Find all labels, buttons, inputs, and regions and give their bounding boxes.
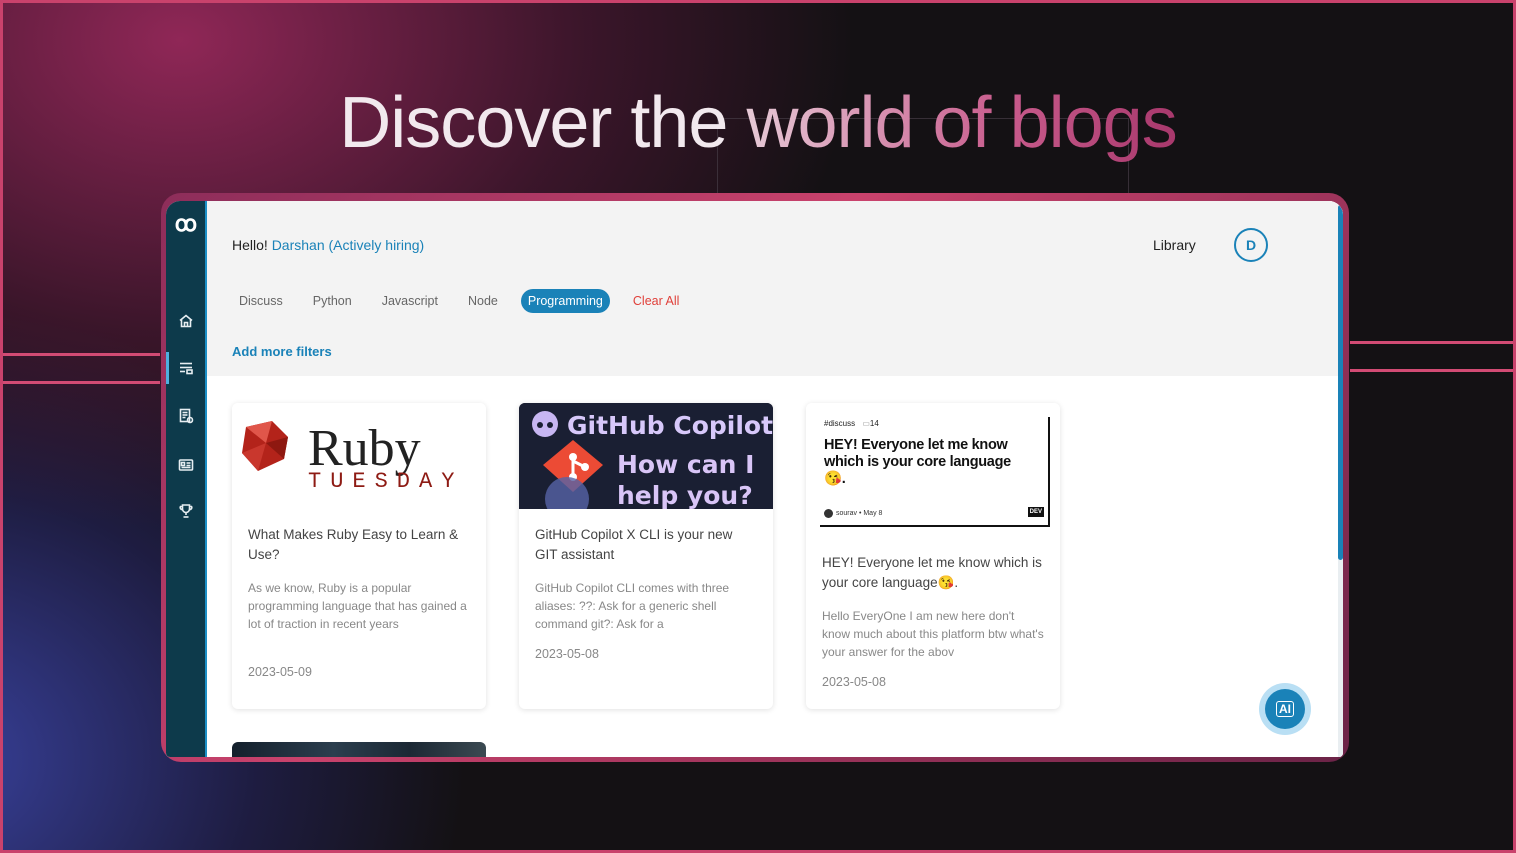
dev-post-emoji: 😘.	[824, 471, 846, 487]
card-image-copilot: GitHub Copilot How can I help you?	[519, 403, 773, 521]
copilot-banner: GitHub Copilot How can I help you?	[519, 403, 773, 521]
user-name-link[interactable]: Darshan (Actively hiring)	[272, 237, 425, 253]
avatar[interactable]: D	[1234, 228, 1268, 262]
dev-post-heading: HEY! Everyone let me know which is your …	[824, 437, 1034, 488]
copilot-logo-icon	[532, 411, 558, 437]
home-icon[interactable]	[176, 311, 196, 331]
card-image-ruby: Ruby TUESDAY	[232, 403, 486, 509]
decor-line-right-bottom	[1350, 369, 1516, 372]
ai-icon-label: AI	[1276, 701, 1294, 717]
library-link[interactable]: Library	[1153, 237, 1196, 253]
articles-icon[interactable]	[176, 406, 196, 426]
blog-card[interactable]: #discuss ▭14 HEY! Everyone let me know w…	[806, 403, 1060, 709]
app-logo[interactable]: ꝏ	[173, 213, 199, 235]
decor-line-left-top	[0, 353, 160, 356]
greeting-prefix: Hello!	[232, 237, 268, 253]
filter-node[interactable]: Node	[461, 289, 505, 313]
card-date: 2023-05-08	[822, 675, 886, 689]
dev-post-comments: 14	[869, 419, 879, 428]
copilot-banner-line1: How can I	[617, 450, 754, 479]
filter-programming[interactable]: Programming	[520, 289, 610, 313]
scrollbar[interactable]	[1338, 201, 1343, 757]
filter-javascript[interactable]: Javascript	[375, 289, 445, 313]
main-content: Hello! Darshan (Actively hiring) Library…	[207, 201, 1343, 757]
filter-bar: Discuss Python Javascript Node Programmi…	[232, 289, 702, 313]
card-date: 2023-05-09	[248, 665, 312, 679]
ruby-logo-subtext: TUESDAY	[308, 469, 463, 494]
card-description: GitHub Copilot CLI comes with three alia…	[535, 581, 730, 631]
card-description: Hello EveryOne I am new here don't know …	[822, 609, 1044, 659]
dev-post-author: sourav • May 8	[824, 509, 882, 518]
author-avatar-icon	[824, 509, 833, 518]
decor-line-left-bottom	[0, 381, 160, 384]
headline-part-2: world of blogs	[746, 83, 1177, 163]
app-window-inner: ꝏ Hello! Darshan (Actively hiring) Libra…	[166, 201, 1343, 757]
header-area: Hello! Darshan (Actively hiring) Library…	[207, 201, 1343, 376]
card-image-dev: #discuss ▭14 HEY! Everyone let me know w…	[806, 403, 1060, 537]
ai-assistant-button[interactable]: AI	[1259, 683, 1311, 735]
app-window: ꝏ Hello! Darshan (Actively hiring) Libra…	[161, 193, 1349, 762]
dev-logo-icon: DEV	[1027, 507, 1044, 517]
card-title: GitHub Copilot X CLI is your new GIT ass…	[535, 527, 733, 562]
sidebar-active-indicator	[166, 352, 169, 384]
headline-part-1: Discover the	[339, 83, 747, 163]
feed-icon[interactable]	[176, 358, 196, 378]
blog-card[interactable]: Ruby TUESDAY What Makes Ruby Easy to Lea…	[232, 403, 486, 709]
decor-line-right-top	[1350, 341, 1516, 344]
card-title: What Makes Ruby Easy to Learn & Use?	[248, 527, 459, 562]
add-more-filters-link[interactable]: Add more filters	[232, 344, 332, 359]
card-title: HEY! Everyone let me know which is your …	[822, 555, 1042, 590]
profile-card-icon[interactable]	[176, 455, 196, 475]
clear-all-filters-button[interactable]: Clear All	[626, 289, 687, 313]
dev-post-heading-text: HEY! Everyone let me know which is your …	[824, 437, 1011, 470]
scrollbar-thumb[interactable]	[1338, 205, 1343, 560]
page-headline: Discover the world of blogs	[0, 82, 1516, 164]
ruby-logo-icon: Ruby TUESDAY	[242, 420, 463, 494]
greeting: Hello! Darshan (Actively hiring)	[232, 237, 424, 253]
filter-python[interactable]: Python	[306, 289, 359, 313]
card-date: 2023-05-08	[535, 647, 599, 661]
card-description: As we know, Ruby is a popular programmin…	[248, 581, 467, 631]
trophy-icon[interactable]	[176, 501, 196, 521]
sidebar: ꝏ	[166, 201, 207, 757]
blog-card-partial[interactable]	[232, 742, 486, 757]
dev-post-author-text: sourav • May 8	[836, 510, 883, 517]
blog-card[interactable]: GitHub Copilot How can I help you? GitHu…	[519, 403, 773, 709]
dev-post-meta: #discuss ▭14	[824, 419, 879, 428]
copilot-banner-title: GitHub Copilot	[567, 411, 773, 440]
copilot-banner-line2: help you?	[617, 481, 753, 509]
dev-post-tag: #discuss	[824, 419, 856, 428]
filter-discuss[interactable]: Discuss	[232, 289, 290, 313]
dev-post-preview: #discuss ▭14 HEY! Everyone let me know w…	[820, 417, 1050, 527]
comment-icon: ▭	[862, 419, 870, 428]
ai-icon: AI	[1265, 689, 1305, 729]
